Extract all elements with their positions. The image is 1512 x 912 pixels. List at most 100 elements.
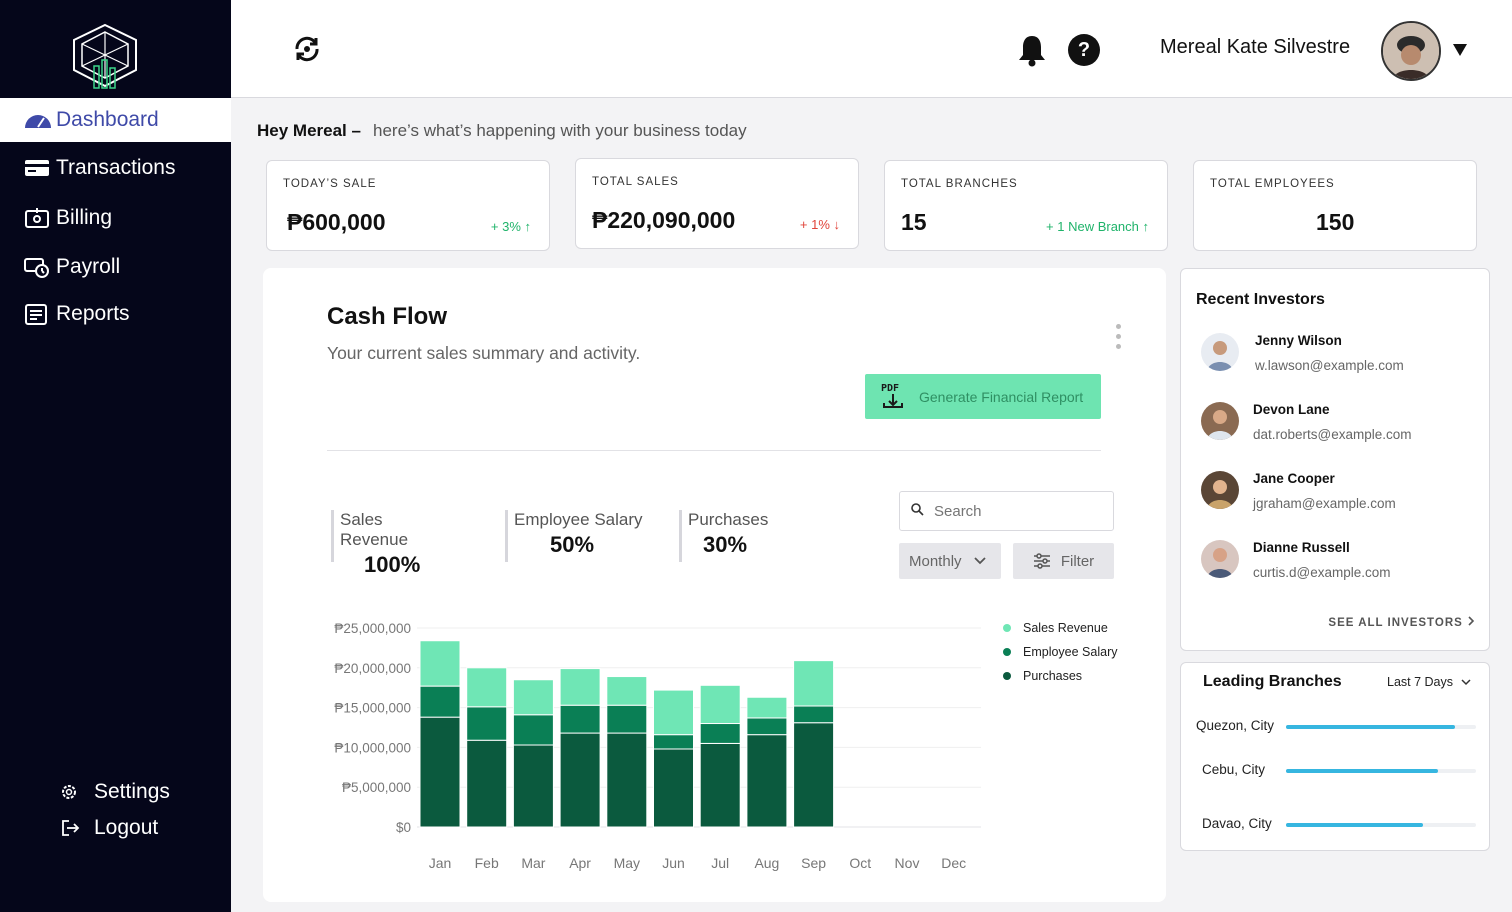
avatar — [1201, 333, 1239, 371]
cash-flow-subtitle: Your current sales summary and activity. — [327, 343, 641, 363]
generate-report-label: Generate Financial Report — [919, 388, 1084, 405]
y-tick-label: ₱5,000,000 — [342, 780, 411, 795]
help-icon[interactable]: ? — [1068, 34, 1100, 66]
investor-row[interactable]: Jenny Wilson w.lawson@example.com — [1201, 333, 1481, 383]
legend-swatch — [1003, 647, 1011, 656]
period-dropdown[interactable]: Monthly — [899, 543, 1001, 579]
billing-icon — [24, 207, 52, 229]
see-all-label: SEE ALL INVESTORS — [1328, 617, 1463, 629]
see-all-investors-link[interactable]: SEE ALL INVESTORS — [1328, 616, 1475, 629]
search-box — [899, 491, 1114, 531]
search-icon — [910, 502, 924, 521]
investor-row[interactable]: Devon Lane dat.roberts@example.com — [1201, 402, 1481, 452]
x-tick-label: Oct — [849, 855, 871, 871]
bar-segment-employee-salary — [606, 704, 648, 734]
bar-segment-employee-salary — [466, 706, 508, 741]
filter-button[interactable]: Filter — [1013, 543, 1114, 579]
stat-value: 50% — [550, 532, 595, 557]
bar-segment-purchases — [746, 734, 788, 828]
sidebar-item-billing[interactable]: Billing — [0, 196, 231, 240]
branch-bar-fill — [1286, 769, 1438, 773]
refresh-icon[interactable] — [292, 34, 322, 64]
legend-swatch — [1003, 671, 1011, 680]
report-icon — [24, 303, 52, 325]
sidebar-item-label: Payroll — [56, 255, 121, 278]
search-input[interactable] — [934, 502, 1094, 520]
sidebar-item-label: Reports — [56, 302, 130, 325]
cash-flow-chart: ₱25,000,000 ₱20,000,000 ₱15,000,000 ₱10,000… — [334, 621, 981, 871]
legend-swatch — [1003, 623, 1011, 632]
bar-segment-employee-salary — [699, 723, 741, 744]
stat-label: Sales Revenue — [340, 510, 409, 549]
chart-legend: Sales Revenue Employee Salary Purchases — [1003, 620, 1118, 692]
bar-segment-sales-revenue — [466, 667, 508, 708]
x-tick-label: Jul — [711, 855, 729, 871]
bar-segment-sales-revenue — [653, 689, 694, 736]
filter-icon — [1033, 553, 1051, 569]
bell-icon[interactable] — [1017, 33, 1047, 67]
stat-sales-revenue: Sales Revenue 100% — [331, 510, 451, 577]
logout-label: Logout — [94, 816, 159, 839]
sidebar-item-payroll[interactable]: Payroll — [0, 245, 231, 289]
more-options-icon[interactable] — [1114, 324, 1122, 352]
chevron-down-icon[interactable] — [1453, 44, 1467, 56]
range-dropdown[interactable]: Last 7 Days — [1387, 675, 1471, 689]
x-tick-label: Jun — [662, 855, 685, 871]
y-tick-label: ₱10,000,000 — [334, 740, 411, 755]
investor-email: curtis.d@example.com — [1253, 565, 1391, 580]
kpi-label: TOTAL BRANCHES — [901, 178, 1018, 190]
bar-segment-sales-revenue — [746, 696, 788, 719]
y-tick-label: ₱20,000,000 — [334, 661, 411, 676]
avatar[interactable] — [1381, 21, 1441, 81]
legend-label: Purchases — [1023, 668, 1083, 683]
generate-report-button[interactable]: PDF Generate Financial Report — [865, 374, 1101, 419]
bar-segment-purchases — [653, 748, 694, 828]
investor-row[interactable]: Jane Cooper jgraham@example.com — [1201, 471, 1481, 521]
bar-segment-sales-revenue — [512, 679, 554, 716]
sidebar-item-label: Dashboard — [56, 108, 159, 131]
bar-segment-sales-revenue — [419, 640, 461, 687]
kpi-card-total-employees: TOTAL EMPLOYEES 150 — [1193, 160, 1477, 251]
bar-segment-employee-salary — [793, 705, 835, 724]
branch-row: Cebu, City — [1196, 762, 1478, 782]
legend-item-purchases: Purchases — [1003, 668, 1118, 683]
kpi-label: TOTAL SALES — [592, 176, 679, 188]
pdf-icon-text: PDF — [881, 383, 899, 394]
settings-button[interactable]: Settings — [60, 780, 170, 804]
sidebar-item-dashboard[interactable]: Dashboard — [0, 98, 231, 142]
kpi-card-total-sales: TOTAL SALES ₱220,090,000 + 1% ↓ — [575, 158, 859, 249]
bar-segment-employee-salary — [512, 714, 554, 746]
bar-segment-employee-salary — [653, 734, 694, 750]
payroll-icon — [24, 256, 52, 278]
chevron-down-icon — [1461, 678, 1471, 686]
logout-button[interactable]: Logout — [60, 816, 158, 840]
range-label: Last 7 Days — [1387, 675, 1454, 689]
branch-bar-track — [1286, 769, 1476, 773]
chevron-down-icon — [973, 557, 986, 565]
sidebar-item-label: Billing — [56, 206, 113, 229]
cash-flow-title: Cash Flow — [327, 303, 448, 330]
x-tick-label: May — [614, 855, 640, 871]
sidebar-item-reports[interactable]: Reports — [0, 292, 231, 336]
investor-name: Jenny Wilson — [1255, 333, 1342, 348]
gear-icon — [60, 783, 82, 801]
branch-name: Cebu, City — [1202, 762, 1266, 777]
gauge-icon — [24, 109, 52, 131]
bar-segment-employee-salary — [559, 704, 601, 734]
x-tick-label: Feb — [475, 855, 499, 871]
greeting-name: Hey Mereal – — [257, 121, 361, 140]
branch-bar-track — [1286, 725, 1476, 729]
help-glyph: ? — [1077, 38, 1091, 61]
sidebar-item-transactions[interactable]: Transactions — [0, 146, 231, 190]
x-tick-label: Dec — [941, 855, 966, 871]
x-tick-label: Nov — [895, 855, 920, 871]
credit-card-icon — [24, 157, 52, 179]
sidebar-item-label: Transactions — [56, 156, 176, 179]
sidebar: Dashboard Transactions Billing Payroll R… — [0, 0, 231, 912]
stat-label: Purchases — [688, 510, 769, 529]
filter-label: Filter — [1060, 552, 1095, 570]
cash-flow-panel: Cash Flow Your current sales summary and… — [263, 268, 1166, 902]
bar-segment-employee-salary — [419, 685, 461, 718]
investor-row[interactable]: Dianne Russell curtis.d@example.com — [1201, 540, 1481, 590]
avatar — [1201, 402, 1239, 440]
